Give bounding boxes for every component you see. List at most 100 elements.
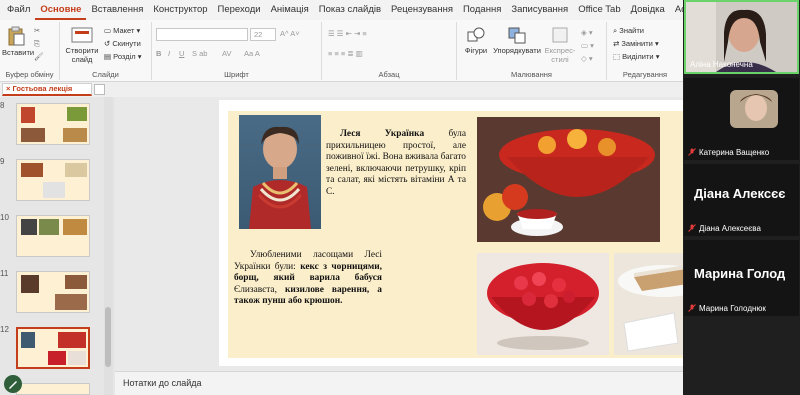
bullets-icon[interactable]: ☰ ☰ ⇤ ⇥ ≡ — [328, 29, 367, 38]
thumb-image — [65, 163, 87, 177]
align-icon[interactable]: ≡ ≡ ≡ ≣ ▥ — [328, 49, 363, 58]
punch-bowl-photo — [477, 117, 660, 242]
shapes-label: Фігури — [464, 46, 488, 55]
menu-tab[interactable]: Office Tab — [573, 0, 625, 20]
thumb-image — [21, 275, 39, 293]
replace-button[interactable]: ⇄ Замінити ▾ — [613, 39, 659, 48]
mic-off-icon — [688, 148, 696, 156]
scrollbar-thumb[interactable] — [105, 307, 111, 367]
video-call-panel: Аліна Наконечна Катерина Ващенко Діана А… — [683, 0, 800, 395]
arrange-icon — [508, 27, 526, 44]
font-group-label: Шрифт — [224, 70, 249, 79]
participant-tile-diana[interactable]: Діана Алексєє Діана Алексеєва — [684, 164, 799, 236]
menu-tab[interactable]: Подання — [458, 0, 506, 20]
document-tab[interactable]: × Гостьова лекція — [2, 83, 92, 96]
new-tab-button[interactable] — [94, 84, 105, 95]
cornel-jam-photo — [477, 253, 609, 355]
slide-thumbnail-12[interactable] — [16, 327, 90, 369]
bold-icon[interactable]: B — [156, 49, 161, 58]
participant-name: Аліна Наконечна — [690, 60, 753, 69]
participant-name: Марина Голоднюк — [699, 304, 766, 313]
find-button[interactable]: ⌕ Знайти — [613, 26, 644, 36]
select-button[interactable]: ⬚ Виділити ▾ — [613, 52, 659, 61]
participant-name: Діана Алексеєва — [699, 224, 761, 233]
shape-outline-icon[interactable]: ▭ ▾ — [581, 41, 594, 50]
copy-icon[interactable]: ⎘ — [34, 39, 40, 49]
cut-icon[interactable]: ✂ — [34, 26, 40, 35]
menu-tab[interactable]: Конструктор — [148, 0, 212, 20]
participant-avatar — [730, 90, 778, 128]
paragraph-group-label: Абзац — [378, 70, 400, 79]
menu-tab[interactable]: Переходи — [213, 0, 266, 20]
spacing-icon[interactable]: AV — [222, 49, 231, 58]
slide-thumbnail-11[interactable] — [16, 271, 90, 313]
layout-button[interactable]: ▭ Макет ▾ — [104, 26, 140, 35]
participant-tile-alina[interactable]: Аліна Наконечна — [684, 0, 799, 74]
underline-icon[interactable]: U — [179, 49, 184, 58]
format-painter-icon[interactable]: 🖌 — [34, 52, 44, 61]
paste-button[interactable]: Вставити — [2, 26, 34, 57]
thumb-image — [21, 219, 37, 235]
thumb-image — [63, 128, 87, 142]
participant-name-line: Катерина Ващенко — [688, 148, 769, 157]
slide-thumbnail-9[interactable] — [16, 159, 90, 201]
menu-tab[interactable]: Записування — [506, 0, 573, 20]
participant-name: Катерина Ващенко — [699, 148, 770, 157]
avatar-image — [740, 94, 772, 121]
thumb-number: 10 — [0, 213, 9, 222]
section-button[interactable]: ▤ Розділ ▾ — [104, 52, 141, 61]
thumb-image — [21, 128, 45, 142]
quick-styles-label: Експрес-стилі — [544, 46, 576, 64]
participant-tile-maryna[interactable]: Марина Голод Марина Голоднюк — [684, 240, 799, 316]
shape-effects-icon[interactable]: ◇ ▾ — [581, 54, 593, 63]
thumb-image — [67, 107, 87, 121]
thumb-image — [65, 275, 87, 289]
reset-button[interactable]: ↺ Скинути — [104, 39, 141, 48]
notes-placeholder: Нотатки до слайда — [123, 378, 202, 388]
participant-display-name: Марина Голод — [694, 266, 786, 281]
ribbon-tabs: Файл Основне Вставлення Конструктор Переходи… — [0, 0, 708, 20]
quick-styles-button[interactable]: Експрес-стилі — [543, 26, 577, 64]
menu-tab[interactable]: Вставлення — [86, 0, 148, 20]
lesya-ukrainka-portrait — [239, 115, 321, 229]
participant-tile-kateryna[interactable]: Катерина Ващенко — [684, 78, 799, 160]
font-group: 22 A^ A˅ B I U S ab AV Aa A Шрифт — [152, 22, 322, 80]
slide-text-intro[interactable]: Леся Українка була прихильницею простої,… — [326, 129, 466, 199]
italic-icon[interactable]: I — [168, 49, 170, 58]
notes-pane[interactable]: Нотатки до слайда — [115, 371, 683, 395]
mic-off-icon — [688, 304, 696, 312]
new-slide-icon — [71, 27, 93, 43]
slide-canvas[interactable]: Леся Українка була прихильницею простої,… — [219, 100, 779, 366]
thumb-image — [39, 219, 59, 235]
strikethrough-icon[interactable]: S ab — [192, 49, 207, 58]
slide-thumbnail-13[interactable] — [16, 383, 90, 395]
menu-tab[interactable]: Анімація — [266, 0, 314, 20]
pen-button[interactable] — [4, 375, 22, 393]
document-tab-strip: × Гостьова лекція — [0, 82, 683, 97]
shape-fill-icon[interactable]: ◈ ▾ — [581, 28, 593, 37]
slide-thumbnail-pane: 8 9 10 11 12 — [0, 97, 115, 395]
participant-display-name: Діана Алексєє — [694, 186, 786, 201]
portrait-image — [249, 126, 311, 229]
paragraph-group: ☰ ☰ ⇤ ⇥ ≡ ≡ ≡ ≡ ≣ ▥ Абзац — [322, 22, 457, 80]
shapes-button[interactable]: Фігури — [461, 26, 491, 55]
menu-tab[interactable]: Файл — [2, 0, 35, 20]
document-tab-close[interactable]: × — [6, 84, 10, 93]
menu-tab[interactable]: Рецензування — [386, 0, 458, 20]
menu-tab[interactable]: Довідка — [626, 0, 670, 20]
thumbnail-scrollbar[interactable] — [104, 97, 113, 395]
font-size-combo[interactable]: 22 — [250, 28, 276, 41]
arrange-button[interactable]: Упорядкувати — [493, 26, 541, 55]
new-slide-button[interactable]: Створити слайд — [64, 26, 100, 64]
menu-tab[interactable]: Основне — [35, 0, 87, 20]
slide-text-favorites[interactable]: Улюбленими ласощами Лесі Українки були: … — [234, 250, 382, 308]
grow-font-icon[interactable]: A^ A˅ — [280, 29, 300, 38]
thumb-image — [58, 332, 86, 348]
thumb-image — [48, 351, 66, 365]
mic-off-icon — [688, 224, 696, 232]
slide-thumbnail-8[interactable] — [16, 103, 90, 145]
font-color-icon[interactable]: Aa A — [244, 49, 260, 58]
menu-tab[interactable]: Показ слайдів — [314, 0, 386, 20]
font-name-combo[interactable] — [156, 28, 248, 41]
slide-thumbnail-10[interactable] — [16, 215, 90, 257]
